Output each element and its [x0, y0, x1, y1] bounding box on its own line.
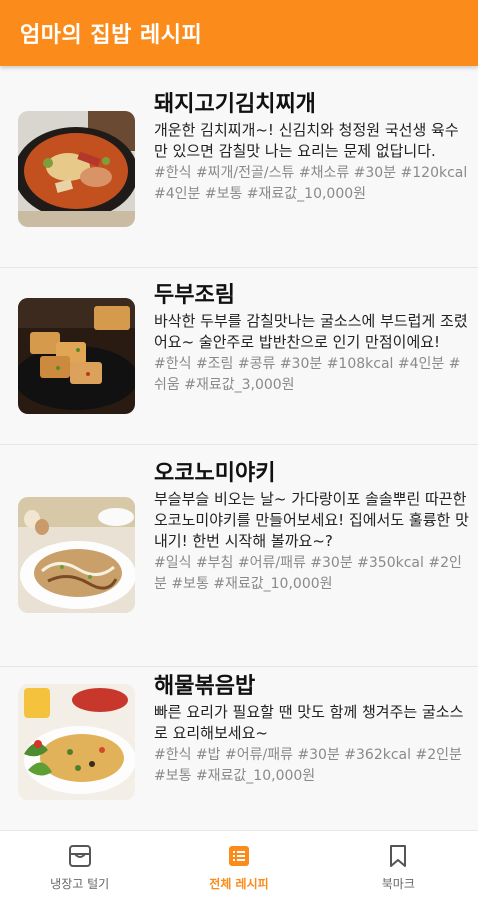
recipe-description: 부슬부슬 비오는 날~ 가다랑이포 솔솔뿌린 따끈한 오코노미야키를 만들어보세… [154, 490, 469, 550]
recipe-thumbnail[interactable] [18, 111, 135, 227]
bottom-navigation: 냉장고 털기 전체 레시피 북마크 [0, 830, 478, 900]
app-title: 엄마의 집밥 레시피 [20, 23, 203, 48]
bookmark-icon [384, 842, 412, 870]
nav-label-all-recipes: 전체 레시피 [209, 876, 269, 891]
recipe-title[interactable]: 두부조림 [154, 282, 470, 310]
nav-label-bookmark: 북마크 [381, 876, 415, 891]
recipe-card[interactable]: 오코노미야키 부슬부슬 비오는 날~ 가다랑이포 솔솔뿌린 따끈한 오코노미야키… [0, 445, 478, 667]
okonomiyaki-photo [18, 497, 135, 613]
recipe-thumbnail[interactable] [18, 684, 135, 800]
fridge-box-icon [66, 842, 94, 870]
recipe-tags: #한식 #조림 #콩류 #30분 #108kcal #4인분 #쉬움 #재료값_… [154, 356, 461, 393]
kimchi-stew-photo [18, 111, 135, 227]
recipe-thumbnail[interactable] [18, 298, 135, 414]
recipe-tags: #한식 #밥 #어류/패류 #30분 #362kcal #2인분 #보통 #재료… [154, 747, 462, 784]
recipe-description: 빠른 요리가 필요할 땐 맛도 함께 챙겨주는 굴소스로 요리해보세요~ [154, 703, 464, 742]
nav-all-recipes[interactable]: 전체 레시피 [159, 831, 318, 900]
recipe-description: 바삭한 두부를 감칠맛나는 굴소스에 부드럽게 조렸어요~ 술안주로 밥반찬으로… [154, 312, 468, 351]
recipe-card[interactable]: 두부조림 바삭한 두부를 감칠맛나는 굴소스에 부드럽게 조렸어요~ 술안주로 … [0, 268, 478, 445]
recipe-title[interactable]: 오코노미야키 [154, 460, 470, 488]
recipe-card[interactable]: 해물볶음밥 빠른 요리가 필요할 땐 맛도 함께 챙겨주는 굴소스로 요리해보세… [0, 667, 478, 816]
recipe-tags: #한식 #찌개/전골/스튜 #채소류 #30분 #120kcal #4인분 #보… [154, 165, 468, 202]
recipe-card[interactable]: 돼지고기김치찌개 개운한 김치찌개~! 신김치와 청정원 국선생 육수만 있으면… [0, 66, 478, 268]
seafood-fried-rice-photo [18, 684, 135, 800]
recipe-tags: #일식 #부침 #어류/패류 #30분 #350kcal #2인분 #보통 #재… [154, 555, 462, 592]
app-bar: 엄마의 집밥 레시피 [0, 0, 478, 66]
recipe-title[interactable]: 돼지고기김치찌개 [154, 91, 470, 119]
nav-label-fridge: 냉장고 털기 [50, 876, 110, 891]
recipe-list[interactable]: 돼지고기김치찌개 개운한 김치찌개~! 신김치와 청정원 국선생 육수만 있으면… [0, 66, 478, 816]
recipe-list-icon [225, 842, 253, 870]
nav-bookmark[interactable]: 북마크 [319, 831, 478, 900]
braised-tofu-photo [18, 298, 135, 414]
recipe-title[interactable]: 해물볶음밥 [154, 673, 470, 701]
recipe-thumbnail[interactable] [18, 497, 135, 613]
nav-fridge[interactable]: 냉장고 털기 [0, 831, 159, 900]
recipe-description: 개운한 김치찌개~! 신김치와 청정원 국선생 육수만 있으면 감칠맛 나는 요… [154, 121, 459, 160]
